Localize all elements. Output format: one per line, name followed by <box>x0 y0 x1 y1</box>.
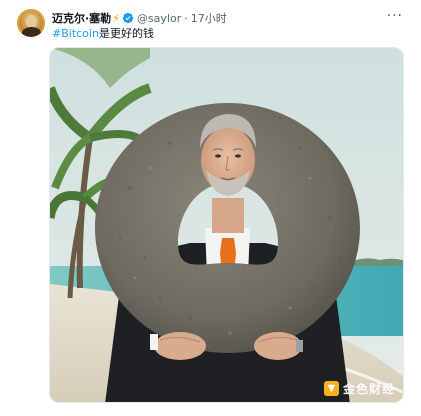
tweet-timestamp[interactable]: 17小时 <box>191 10 227 26</box>
jinse-logo-icon <box>323 381 339 396</box>
separator-dot: · <box>184 11 188 25</box>
avatar-body <box>22 27 41 37</box>
more-options-icon[interactable]: ··· <box>387 8 403 24</box>
author-handle[interactable]: @saylor <box>137 12 181 25</box>
tweet-text: #Bitcoin是更好的钱 <box>52 27 154 41</box>
verified-badge-icon[interactable] <box>122 12 134 24</box>
tweet-text-body: 是更好的钱 <box>98 27 154 40</box>
tweet-photo[interactable]: 金色财经 <box>49 47 404 403</box>
tweet-header: 迈克尔·塞勒 ⚡ @saylor · 17小时 <box>52 10 227 26</box>
author-avatar[interactable] <box>17 9 45 37</box>
hashtag-link[interactable]: #Bitcoin <box>52 27 99 40</box>
lightning-bolt-icon: ⚡ <box>112 11 120 25</box>
watermark-text: 金色财经 <box>342 382 395 396</box>
author-name[interactable]: 迈克尔·塞勒 <box>52 10 111 26</box>
watermark: 金色财经 <box>323 380 395 397</box>
tweet-card[interactable]: 迈克尔·塞勒 ⚡ @saylor · 17小时 ··· #Bitcoin是更好的… <box>0 0 421 416</box>
photo-illustration <box>50 48 403 402</box>
